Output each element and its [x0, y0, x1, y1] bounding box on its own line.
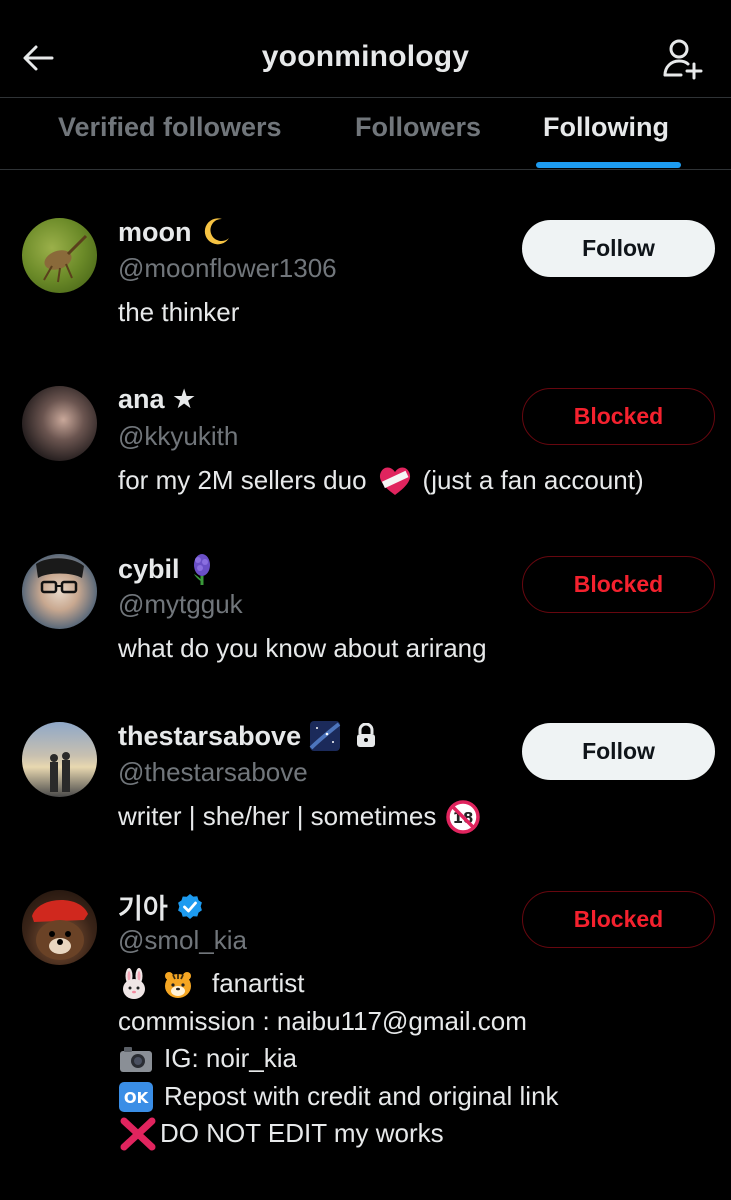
user-name[interactable]: 기아 — [118, 887, 168, 926]
dog-with-red-cap-photo — [32, 899, 88, 960]
ok-button-emoji-icon: OK — [119, 1081, 153, 1112]
avatar[interactable] — [22, 890, 97, 965]
user-bio: writer | she/her | sometimes 18 — [118, 798, 481, 836]
tab-followers[interactable]: Followers — [355, 112, 481, 143]
blocked-button[interactable]: Blocked — [522, 556, 715, 613]
user-name[interactable]: cybil — [118, 554, 180, 585]
milky-way-emoji-icon — [309, 721, 341, 751]
bio-text: (just a fan account) — [422, 465, 644, 495]
weevil-photo — [43, 234, 88, 283]
user-handle: @thestarsabove — [118, 757, 308, 787]
silhouettes-photo — [50, 752, 70, 792]
bio-text: Repost with credit and original link — [164, 1081, 559, 1111]
avatar[interactable] — [22, 722, 97, 797]
user-name[interactable]: ana ★ — [118, 384, 196, 415]
blocked-button[interactable]: Blocked — [522, 891, 715, 948]
no-one-under-18-emoji-icon: 18 — [446, 800, 481, 834]
user-name[interactable]: moon — [118, 217, 192, 248]
rabbit-face-emoji-icon — [123, 967, 145, 999]
active-tab-indicator — [536, 162, 681, 168]
blocked-button[interactable]: Blocked — [522, 388, 715, 445]
crescent-moon-emoji-icon — [204, 218, 229, 245]
user-bio: for my 2M sellers duo (just a fan accoun… — [118, 462, 644, 500]
glasses-photo — [36, 558, 84, 594]
user-bio: what do you know about arirang — [118, 633, 487, 663]
bandaged-heart-emoji-icon — [379, 467, 410, 495]
user-bio-line: OK Repost with credit and original link — [118, 1078, 559, 1116]
svg-text:OK: OK — [124, 1089, 150, 1107]
follow-button[interactable]: Follow — [522, 220, 715, 277]
tab-following[interactable]: Following — [543, 112, 669, 143]
user-bio: the thinker — [118, 297, 240, 327]
cross-mark-emoji-icon — [120, 1117, 156, 1151]
follow-button[interactable]: Follow — [522, 723, 715, 780]
user-bio-line: IG: noir_kia — [118, 1040, 297, 1078]
tab-verified-followers[interactable]: Verified followers — [58, 112, 282, 143]
user-handle: @moonflower1306 — [118, 253, 337, 283]
bio-text: writer | she/her | sometimes — [118, 801, 437, 831]
hyacinth-emoji-icon — [193, 554, 210, 585]
tiger-face-emoji-icon — [165, 971, 191, 998]
lock-icon — [357, 723, 376, 747]
user-handle: @mytgguk — [118, 589, 243, 619]
page-title: yoonminology — [261, 40, 470, 73]
user-handle: @smol_kia — [118, 925, 247, 955]
tab-bar: Verified followers Followers Following — [0, 98, 731, 170]
top-bar: yoonminology — [0, 0, 731, 98]
bio-text: IG: noir_kia — [164, 1043, 297, 1073]
add-user-button[interactable] — [661, 36, 705, 80]
bio-text: for my 2M sellers duo — [118, 465, 367, 495]
avatar[interactable] — [22, 386, 97, 461]
avatar[interactable] — [22, 554, 97, 629]
bio-text: DO NOT EDIT my works — [160, 1118, 444, 1148]
camera-emoji-icon — [120, 1046, 152, 1072]
user-handle: @kkyukith — [118, 421, 239, 451]
user-bio-line: DO NOT EDIT my works — [118, 1115, 444, 1153]
add-user-icon — [663, 39, 703, 80]
user-name[interactable]: thestarsabove — [118, 721, 301, 752]
verified-badge-icon — [177, 893, 202, 919]
bio-text: fanartist — [212, 968, 305, 998]
user-bio-line: fanartist — [118, 965, 305, 1003]
avatar[interactable] — [22, 218, 97, 293]
user-bio-line: commission : naibu117@gmail.com — [118, 1006, 527, 1036]
